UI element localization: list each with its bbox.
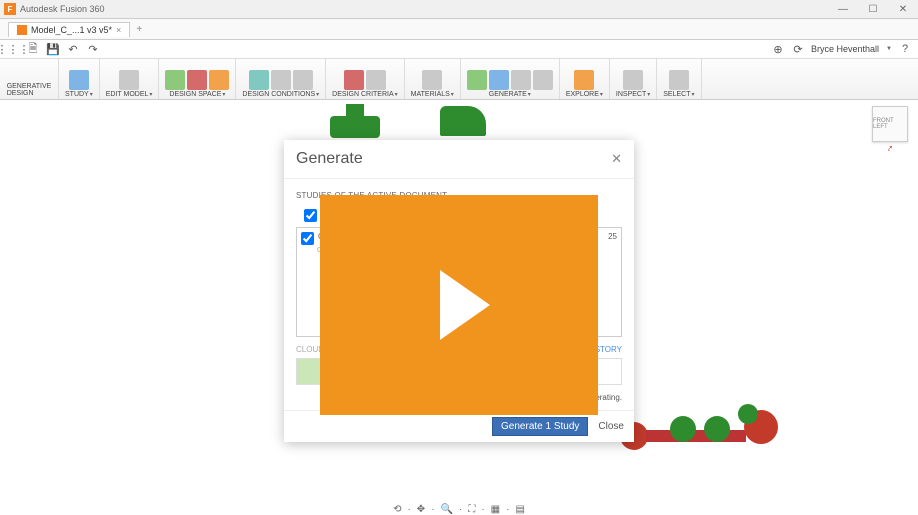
panel-materials[interactable]: MATERIALS▾ (405, 59, 461, 99)
panel-design-criteria[interactable]: DESIGN CRITERIA▾ (326, 59, 404, 99)
edit-model-icon (119, 70, 139, 90)
maximize-button[interactable]: ☐ (858, 0, 888, 18)
previewer-icon (533, 70, 553, 90)
extensions-icon[interactable]: ⊕ (771, 42, 785, 56)
dialog-title: Generate (296, 150, 363, 168)
model-part (738, 404, 758, 424)
constraints-icon (249, 70, 269, 90)
panel-generate[interactable]: GENERATE▾ (461, 59, 560, 99)
app-title: Autodesk Fusion 360 (20, 4, 105, 14)
select-icon (669, 70, 689, 90)
job-status-icon[interactable]: ⟳ (791, 42, 805, 56)
axis-triad: ⤤ (888, 146, 892, 154)
model-part (646, 430, 746, 442)
pan-icon[interactable]: ✥ (417, 504, 425, 515)
fusion-doc-icon (17, 25, 27, 35)
undo-icon[interactable]: ↶ (66, 42, 80, 56)
panel-design-space[interactable]: DESIGN SPACE▾ (159, 59, 236, 99)
redo-icon[interactable]: ↷ (86, 42, 100, 56)
close-dialog-button[interactable]: Close (598, 421, 624, 432)
close-tab-icon[interactable]: × (116, 25, 121, 35)
inspect-icon (623, 70, 643, 90)
play-icon (440, 270, 490, 340)
panel-edit-model[interactable]: EDIT MODEL▾ (100, 59, 160, 99)
model-part (330, 116, 380, 138)
model-part (704, 416, 730, 442)
orbit-icon[interactable]: ⟲ (393, 504, 401, 515)
model-part (346, 104, 364, 118)
app-icon: F (4, 3, 16, 15)
workspace-switcher[interactable]: GENERATIVE DESIGN (0, 59, 59, 99)
on-demand-icon (511, 70, 531, 90)
model-part (440, 106, 486, 136)
file-icon[interactable]: 🗎 (26, 42, 40, 56)
document-tab-label: Model_C_...1 v3 v5* (31, 25, 112, 35)
fit-icon[interactable]: ⛶ (468, 504, 475, 515)
minimize-button[interactable]: — (828, 0, 858, 18)
user-name[interactable]: Bryce Heventhall (811, 44, 879, 54)
panel-explore[interactable]: EXPLORE▾ (560, 59, 610, 99)
document-tab[interactable]: Model_C_...1 v3 v5* × (8, 22, 130, 37)
loads-icon (271, 70, 291, 90)
help-icon[interactable]: ? (898, 42, 912, 56)
precheck-icon (467, 70, 487, 90)
quick-access-toolbar: ⋮⋮⋮ 🗎 💾 ↶ ↷ ⊕ ⟳ Bryce Heventhall ▼ ? (0, 40, 918, 59)
select-all-checkbox[interactable] (304, 209, 317, 222)
obstacle-icon (187, 70, 207, 90)
display-icon[interactable]: ▦ (491, 504, 500, 515)
objectives-icon (344, 70, 364, 90)
manufacturing-icon (366, 70, 386, 90)
dialog-close-icon[interactable]: ✕ (611, 151, 622, 167)
grid-menu-icon[interactable]: ⋮⋮⋮ (6, 42, 20, 56)
generate-icon (489, 70, 509, 90)
document-tab-strip: Model_C_...1 v3 v5* × + (0, 19, 918, 40)
save-icon[interactable]: 💾 (46, 42, 60, 56)
ribbon: GENERATIVE DESIGN STUDY▾ EDIT MODEL▾ DES… (0, 59, 918, 100)
generate-study-button[interactable]: Generate 1 Study (492, 417, 588, 436)
new-tab-button[interactable]: + (136, 24, 142, 35)
materials-icon (422, 70, 442, 90)
starting-shape-icon (209, 70, 229, 90)
panel-inspect[interactable]: INSPECT▾ (610, 59, 657, 99)
grid-icon[interactable]: ▤ (515, 504, 524, 515)
viewport[interactable]: FRONT LEFT ⤤ Generate ✕ STUDIES OF THE A… (0, 100, 918, 515)
loadcase-icon (293, 70, 313, 90)
user-menu-caret-icon[interactable]: ▼ (886, 46, 892, 52)
model-part (670, 416, 696, 442)
new-study-icon (69, 70, 89, 90)
study-checkbox[interactable] (301, 232, 314, 245)
panel-select[interactable]: SELECT▾ (657, 59, 701, 99)
view-cube[interactable]: FRONT LEFT (872, 106, 908, 142)
nav-bar[interactable]: ⟲· ✥· 🔍· ⛶· ▦· ▤ (393, 504, 525, 515)
panel-design-conditions[interactable]: DESIGN CONDITIONS▾ (236, 59, 326, 99)
title-bar: F Autodesk Fusion 360 — ☐ ✕ (0, 0, 918, 19)
close-window-button[interactable]: ✕ (888, 0, 918, 18)
panel-study[interactable]: STUDY▾ (59, 59, 100, 99)
preserve-icon (165, 70, 185, 90)
zoom-icon[interactable]: 🔍 (441, 504, 453, 515)
video-play-overlay[interactable] (320, 195, 598, 415)
explore-icon (574, 70, 594, 90)
